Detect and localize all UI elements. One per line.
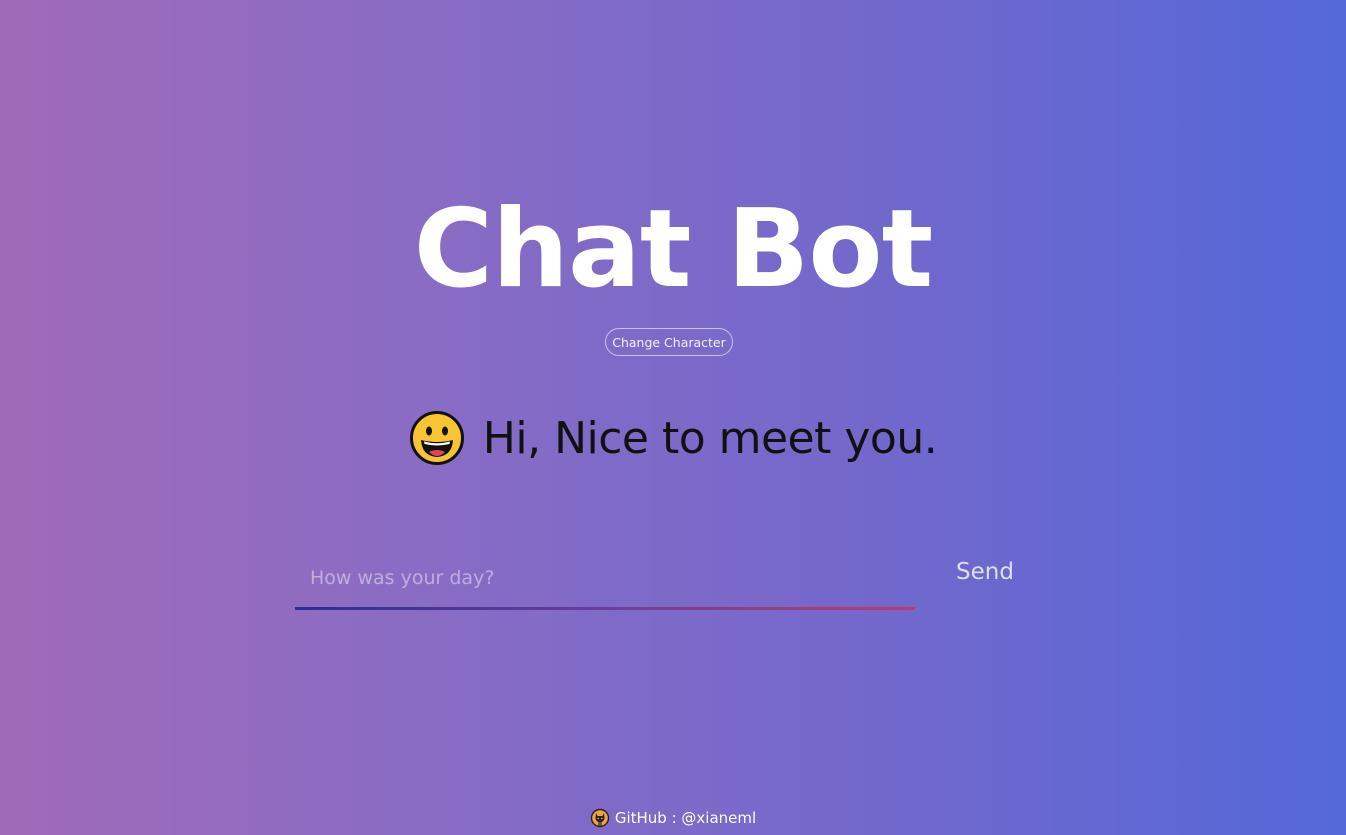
input-underline [295,607,915,610]
message-input[interactable] [295,548,915,608]
change-character-button[interactable]: Change Character [605,328,733,356]
page-title: Chat Bot [413,187,933,313]
footer: GitHub : @xianeml [0,808,1346,828]
greeting-row: Hi, Nice to meet you. [0,410,1346,466]
grinning-face-icon [409,411,464,465]
github-link[interactable]: GitHub : @xianeml [615,809,756,827]
bot-greeting-text: Hi, Nice to meet you. [482,412,938,464]
octocat-icon [590,808,610,828]
send-button[interactable]: Send [940,552,1030,592]
message-input-container [295,548,915,610]
